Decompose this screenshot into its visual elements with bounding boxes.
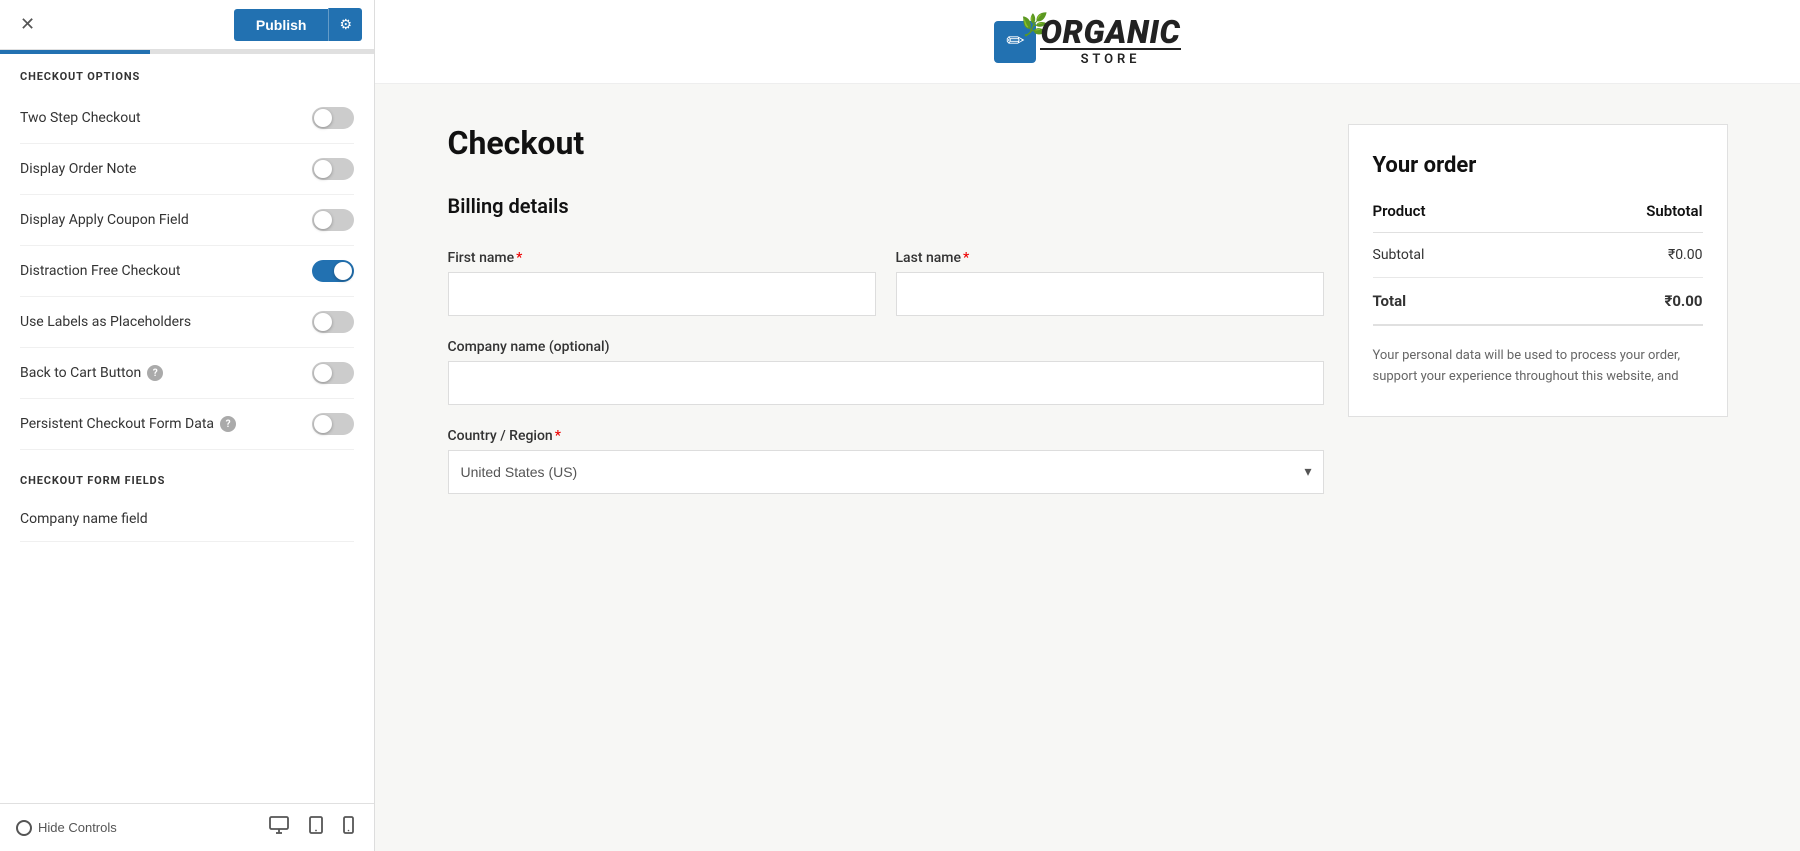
option-label-distraction-free: Distraction Free Checkout <box>20 263 180 279</box>
logo-store-text: Store <box>1040 48 1180 67</box>
toggle-slider-two-step <box>312 107 354 129</box>
tablet-device-button[interactable] <box>305 814 327 841</box>
logo-text-area: ORGANIC Store <box>1040 16 1180 67</box>
last-name-input[interactable] <box>896 272 1324 316</box>
hide-controls-button[interactable]: Hide Controls <box>16 820 117 836</box>
toggle-two-step[interactable] <box>312 107 354 129</box>
order-table: Product Subtotal Subtotal ₹0.00 Total ₹0… <box>1373 202 1703 326</box>
option-label-coupon: Display Apply Coupon Field <box>20 212 189 228</box>
toggle-slider-labels-placeholders <box>312 311 354 333</box>
store-header: ✏ 🌿 ORGANIC Store <box>375 0 1800 84</box>
tablet-icon <box>309 816 323 834</box>
device-icons-group <box>265 814 358 841</box>
toggle-back-to-cart[interactable] <box>312 362 354 384</box>
country-region-group: Country / Region* United States (US) ▾ <box>448 425 1324 494</box>
option-label-labels-placeholders: Use Labels as Placeholders <box>20 314 191 330</box>
bottom-bar: Hide Controls <box>0 803 374 851</box>
toggle-slider-coupon <box>312 209 354 231</box>
company-name-label: Company name (optional) <box>448 339 610 355</box>
checkout-form-fields-header: CHECKOUT FORM FIELDS <box>0 458 374 497</box>
checkout-options-header: CHECKOUT OPTIONS <box>0 54 374 93</box>
option-label-order-note: Display Order Note <box>20 161 136 177</box>
option-row-two-step: Two Step Checkout <box>20 93 354 144</box>
last-name-group: Last name* <box>896 250 1324 316</box>
option-label-two-step: Two Step Checkout <box>20 110 141 126</box>
option-row-distraction-free: Distraction Free Checkout <box>20 246 354 297</box>
checkout-form-fields-section: CHECKOUT FORM FIELDS Company name field <box>0 458 374 542</box>
privacy-text: Your personal data will be used to proce… <box>1373 346 1703 388</box>
company-name-group: Company name (optional) <box>448 336 1324 405</box>
toggle-slider-persistent-checkout <box>312 413 354 435</box>
checkout-content-area: Checkout Billing details First name* Las… <box>388 84 1788 554</box>
option-row-back-to-cart: Back to Cart Button ? <box>20 348 354 399</box>
logo-icon-container: ✏ 🌿 <box>994 21 1036 63</box>
first-name-required: * <box>516 250 522 266</box>
name-form-row: First name* Last name* <box>448 250 1324 316</box>
checkout-main-form: Checkout Billing details First name* Las… <box>448 124 1324 514</box>
toggle-coupon[interactable] <box>312 209 354 231</box>
subtotal-row: Subtotal ₹0.00 <box>1373 233 1703 278</box>
total-label: Total <box>1373 278 1533 326</box>
desktop-icon <box>269 816 289 834</box>
toggle-labels-placeholders[interactable] <box>312 311 354 333</box>
order-title: Your order <box>1373 153 1703 178</box>
form-fields-list: Company name field <box>0 497 374 542</box>
option-row-labels-placeholders: Use Labels as Placeholders <box>20 297 354 348</box>
right-panel: ✏ 🌿 ORGANIC Store Checkout Billing detai… <box>375 0 1800 851</box>
toggle-slider-back-to-cart <box>312 362 354 384</box>
close-button[interactable]: ✕ <box>12 10 43 39</box>
option-row-order-note: Display Order Note <box>20 144 354 195</box>
country-select-wrapper: United States (US) ▾ <box>448 450 1324 494</box>
first-name-label: First name* <box>448 250 876 266</box>
mobile-icon <box>343 816 354 834</box>
top-bar: ✕ Publish ⚙ <box>0 0 374 50</box>
last-name-label: Last name* <box>896 250 1324 266</box>
settings-button[interactable]: ⚙ <box>328 8 362 41</box>
last-name-required: * <box>963 250 969 266</box>
option-row-persistent-checkout: Persistent Checkout Form Data ? <box>20 399 354 450</box>
toggle-order-note[interactable] <box>312 158 354 180</box>
total-value: ₹0.00 <box>1532 278 1702 326</box>
option-row-coupon: Display Apply Coupon Field <box>20 195 354 246</box>
country-select[interactable]: United States (US) <box>448 450 1324 494</box>
toggle-slider-order-note <box>312 158 354 180</box>
checkout-title: Checkout <box>448 124 1324 162</box>
logo-organic-text: ORGANIC <box>1040 16 1180 48</box>
first-name-input[interactable] <box>448 272 876 316</box>
total-row: Total ₹0.00 <box>1373 278 1703 326</box>
order-sidebar: Your order Product Subtotal Subtotal ₹0.… <box>1348 124 1728 514</box>
country-required: * <box>555 428 561 444</box>
subtotal-col-header: Subtotal <box>1532 202 1702 233</box>
options-list: Two Step Checkout Display Order Note Dis… <box>0 93 374 450</box>
publish-group: Publish ⚙ <box>234 8 362 41</box>
help-icon-back-to-cart[interactable]: ? <box>147 365 163 381</box>
help-icon-persistent-checkout[interactable]: ? <box>220 416 236 432</box>
publish-button[interactable]: Publish <box>234 9 329 41</box>
toggle-persistent-checkout[interactable] <box>312 413 354 435</box>
toggle-slider-distraction-free <box>312 260 354 282</box>
store-logo: ✏ 🌿 ORGANIC Store <box>994 16 1180 67</box>
company-name-field-label: Company name field <box>20 511 148 527</box>
order-box: Your order Product Subtotal Subtotal ₹0.… <box>1348 124 1728 417</box>
subtotal-value: ₹0.00 <box>1532 233 1702 278</box>
billing-section-title: Billing details <box>448 194 1324 230</box>
company-name-field-row: Company name field <box>20 497 354 542</box>
option-label-persistent-checkout: Persistent Checkout Form Data ? <box>20 416 236 432</box>
toggle-distraction-free[interactable] <box>312 260 354 282</box>
desktop-device-button[interactable] <box>265 814 293 841</box>
company-name-input[interactable] <box>448 361 1324 405</box>
country-label: Country / Region* <box>448 428 561 444</box>
option-label-back-to-cart: Back to Cart Button ? <box>20 365 163 381</box>
left-panel: ✕ Publish ⚙ CHECKOUT OPTIONS Two Step Ch… <box>0 0 375 851</box>
product-col-header: Product <box>1373 202 1533 233</box>
hide-controls-circle-icon <box>16 820 32 836</box>
hide-controls-label: Hide Controls <box>38 820 117 835</box>
first-name-group: First name* <box>448 250 876 316</box>
mobile-device-button[interactable] <box>339 814 358 841</box>
subtotal-label: Subtotal <box>1373 233 1533 278</box>
